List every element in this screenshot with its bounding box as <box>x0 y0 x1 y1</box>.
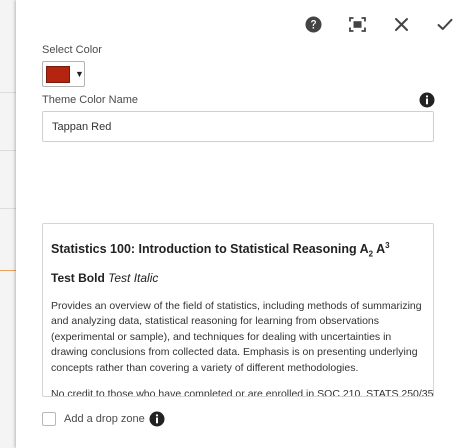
background-divider <box>0 208 16 209</box>
dialog-toolbar <box>302 10 456 38</box>
select-color-label: Select Color <box>42 44 102 56</box>
help-icon <box>304 15 322 33</box>
drop-zone-checkbox[interactable] <box>42 412 56 426</box>
help-button[interactable] <box>302 13 324 35</box>
info-icon[interactable] <box>149 411 165 427</box>
background-strip <box>0 0 16 448</box>
background-divider <box>0 92 16 93</box>
fullscreen-icon <box>348 16 366 32</box>
caret-down-icon: ▼ <box>75 68 84 79</box>
background-divider-accent <box>0 270 16 271</box>
close-icon <box>394 17 408 31</box>
preview-title: Statistics 100: Introduction to Statisti… <box>51 241 425 259</box>
preview-panel[interactable]: Statistics 100: Introduction to Statisti… <box>42 223 434 397</box>
preview-italic-text: Test Italic <box>108 270 159 285</box>
check-icon <box>437 18 453 30</box>
drop-zone-label: Add a drop zone <box>64 413 145 425</box>
color-picker-button[interactable]: ▼ <box>42 61 85 87</box>
theme-color-name-input[interactable] <box>42 111 434 142</box>
fullscreen-button[interactable] <box>346 13 368 35</box>
preview-title-text: Statistics 100: Introduction to Statisti… <box>51 242 369 257</box>
background-divider <box>0 150 16 151</box>
preview-content: Statistics 100: Introduction to Statisti… <box>51 241 434 397</box>
preview-description: Provides an overview of the field of sta… <box>51 299 422 374</box>
preview-bold-text: Test Bold <box>51 270 105 285</box>
preview-title-text-2: A <box>373 242 386 257</box>
info-icon[interactable] <box>419 92 435 108</box>
confirm-button[interactable] <box>434 13 456 35</box>
preview-note: No credit to those who have completed or… <box>51 388 434 397</box>
theme-color-name-label: Theme Color Name <box>42 94 138 106</box>
close-button[interactable] <box>390 13 412 35</box>
preview-title-superscript: 3 <box>385 241 390 250</box>
color-swatch <box>46 65 70 83</box>
preview-subheading: Test Bold Test Italic <box>51 271 425 285</box>
